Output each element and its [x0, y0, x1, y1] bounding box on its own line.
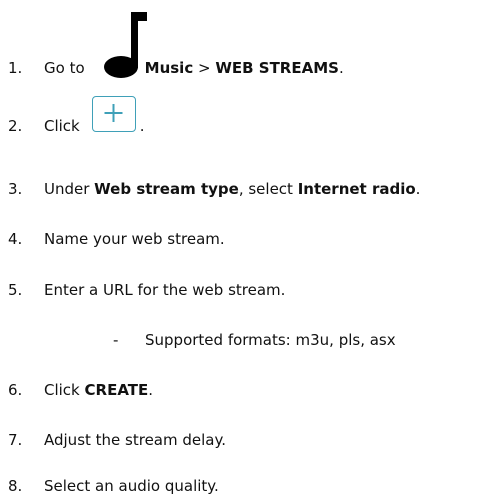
step-5: 5. Enter a URL for the web stream. — [8, 280, 285, 300]
step-6: 6. Click CREATE. — [8, 381, 154, 399]
step-text: Enter a URL for the web stream. — [44, 281, 286, 299]
internet-radio-label: Internet radio — [297, 180, 416, 198]
sub-text: Supported formats: m3u, pls, asx — [145, 331, 396, 349]
step-text: Select an audio quality. — [44, 477, 219, 495]
step-4: 4. Name your web stream. — [8, 229, 225, 249]
add-button[interactable] — [92, 96, 136, 132]
step-number: 7. — [8, 431, 23, 449]
step-7: 7. Adjust the stream delay. — [8, 430, 226, 450]
music-menu-label: Music — [144, 59, 194, 77]
create-label: CREATE — [84, 381, 149, 399]
step-number: 3. — [8, 180, 23, 198]
supported-formats-note: - Supported formats: m3u, pls, asx — [113, 330, 396, 350]
web-streams-label: WEB STREAMS — [215, 59, 339, 77]
separator: > — [193, 59, 216, 77]
step-text: Click — [44, 117, 80, 135]
step-number: 1. — [8, 59, 23, 77]
plus-icon — [104, 104, 123, 122]
step-8: 8. Select an audio quality. — [8, 476, 219, 496]
step-text: Name your web stream. — [44, 230, 225, 248]
bullet-dash: - — [113, 331, 119, 349]
step-number: 8. — [8, 477, 23, 495]
web-stream-type-label: Web stream type — [94, 180, 239, 198]
step-number: 6. — [8, 381, 23, 399]
music-note-icon — [104, 12, 147, 78]
step-number: 5. — [8, 281, 23, 299]
step-text: Adjust the stream delay. — [44, 431, 226, 449]
step-text: Go to — [44, 59, 85, 77]
step-number: 2. — [8, 117, 23, 135]
step-1: 1. Go to Music > WEB STREAMS. — [8, 59, 344, 77]
step-3: 3. Under Web stream type, select Internet… — [8, 180, 421, 198]
step-number: 4. — [8, 230, 23, 248]
